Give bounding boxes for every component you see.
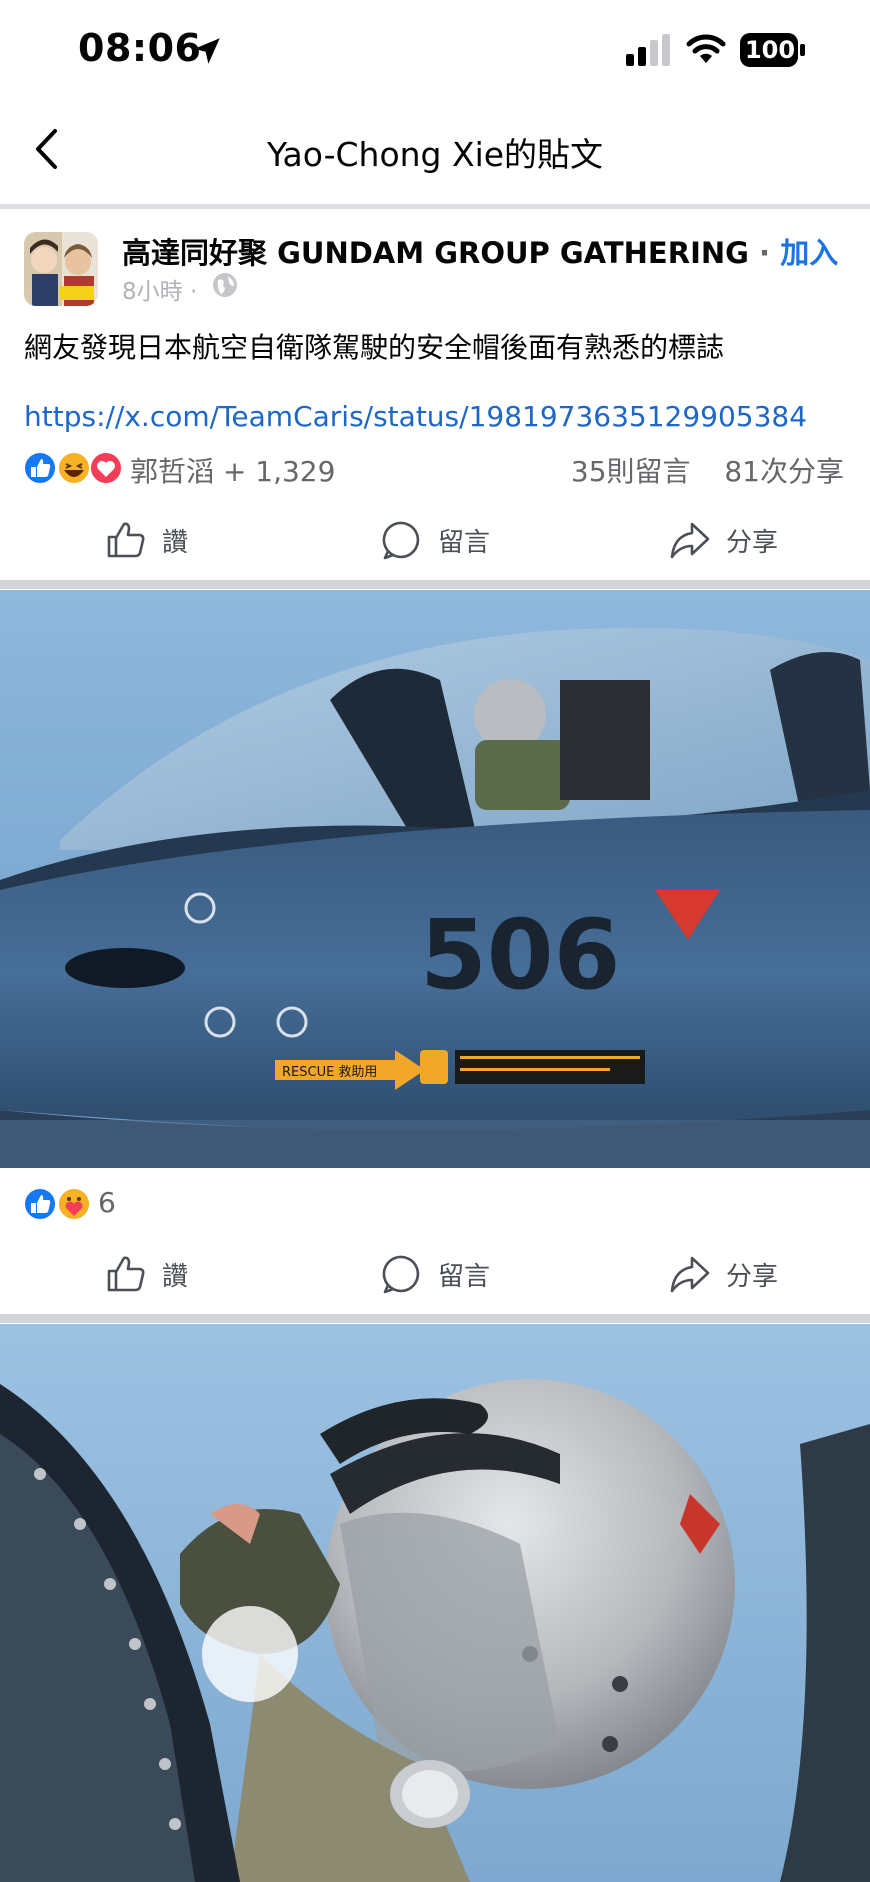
photo-reactions-summary[interactable]	[22, 1186, 96, 1222]
comments-count[interactable]: 35則留言	[571, 455, 691, 488]
haha-icon	[57, 451, 91, 485]
share-label: 分享	[726, 1261, 779, 1292]
reactions-summary[interactable]	[22, 450, 122, 486]
shares-count[interactable]: 81次分享	[724, 455, 844, 488]
comment-icon	[382, 1255, 420, 1294]
like-icon	[23, 451, 57, 485]
post-photo-1[interactable]: 506 RESCUE 救助用	[0, 590, 870, 1168]
photo-like-button[interactable]: 讚	[104, 1244, 188, 1304]
status-time: 08:06	[78, 26, 202, 70]
location-arrow-icon	[194, 38, 220, 64]
comment-button[interactable]: 留言	[380, 510, 490, 570]
photo-share-button[interactable]: 分享	[668, 1244, 778, 1304]
post-action-bar: 讚 留言 分享	[0, 510, 870, 570]
photo-reaction-count[interactable]: 6	[98, 1186, 116, 1219]
post-timestamp[interactable]: 8小時 ·	[122, 272, 197, 306]
header-divider	[0, 204, 870, 209]
post-photo-2[interactable]	[0, 1324, 870, 1882]
photo-comment-button[interactable]: 留言	[380, 1244, 490, 1304]
section-divider	[0, 1314, 870, 1323]
rescue-label: RESCUE 救助用	[282, 1064, 377, 1080]
share-icon	[670, 1256, 710, 1293]
jet-cockpit-image: 506 RESCUE 救助用	[0, 590, 870, 1168]
engagement-counts: 35則留言 81次分享	[571, 450, 844, 490]
share-label: 分享	[726, 527, 779, 558]
wifi-icon	[686, 34, 726, 63]
time-separator: ·	[189, 279, 198, 305]
group-name-text[interactable]: 高達同好聚 GUNDAM GROUP GATHERING	[122, 236, 749, 270]
love-icon	[89, 451, 122, 485]
cellular-signal-icon	[626, 34, 670, 66]
globe-icon	[213, 273, 237, 297]
thumbs-up-icon	[107, 522, 145, 558]
page-title: Yao-Chong Xie的貼文	[266, 135, 604, 174]
post-body-text: 網友發現日本航空自衛隊駕駛的安全帽後面有熟悉的標誌	[24, 331, 725, 364]
comment-label: 留言	[438, 1261, 491, 1292]
separator-dot: ·	[759, 236, 771, 270]
share-icon	[670, 522, 710, 559]
group-avatar-image	[24, 232, 98, 306]
post-link[interactable]: https://x.com/TeamCaris/status/198197363…	[24, 400, 807, 433]
thumbs-up-icon	[107, 1256, 145, 1292]
like-icon	[23, 1187, 57, 1221]
group-avatar[interactable]	[24, 232, 98, 306]
section-divider	[0, 580, 870, 589]
battery-level: 100	[744, 36, 796, 64]
share-button[interactable]: 分享	[668, 510, 778, 570]
post-time-text: 8小時	[122, 279, 183, 305]
pilot-helmet-image	[0, 1324, 870, 1882]
aircraft-number: 506	[420, 899, 620, 1011]
reactors-text[interactable]: 郭哲滔 + 1,329	[130, 450, 335, 490]
like-label: 讚	[162, 527, 189, 558]
join-group-button[interactable]: 加入	[780, 236, 838, 270]
photo-action-bar: 讚 留言 分享	[0, 1244, 870, 1304]
care-icon	[57, 1187, 91, 1221]
like-button[interactable]: 讚	[104, 510, 188, 570]
like-label: 讚	[162, 1261, 189, 1292]
post-author[interactable]: 高達同好聚 GUNDAM GROUP GATHERING · 加入	[122, 230, 838, 272]
comment-icon	[382, 521, 420, 560]
comment-label: 留言	[438, 527, 491, 558]
